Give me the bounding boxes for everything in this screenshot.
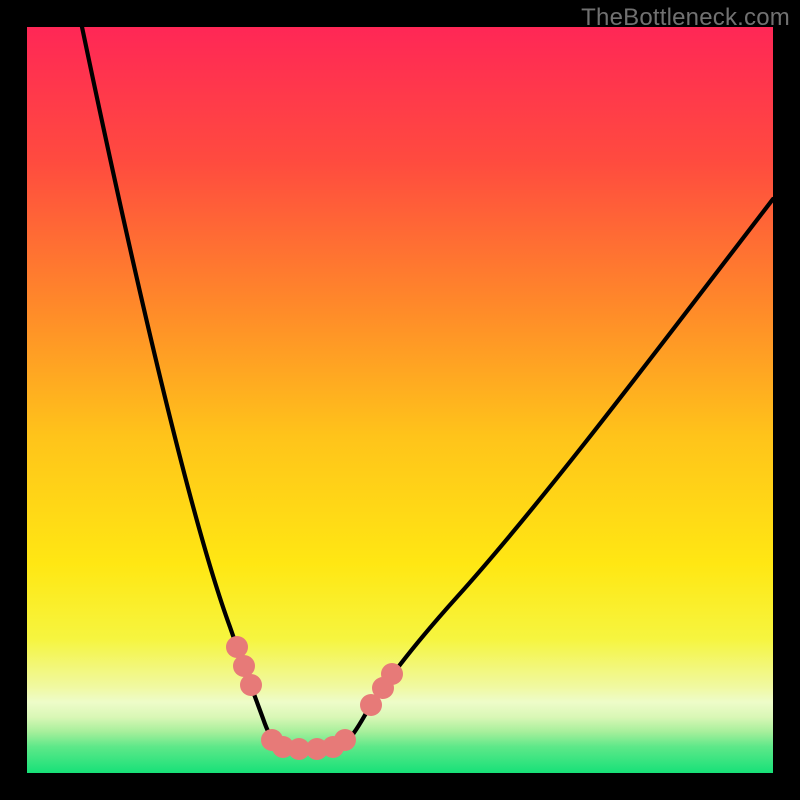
data-dot-2 xyxy=(240,674,262,696)
data-dot-8 xyxy=(334,729,356,751)
data-dot-1 xyxy=(233,655,255,677)
data-dot-0 xyxy=(226,636,248,658)
chart-frame xyxy=(27,27,773,773)
data-dot-11 xyxy=(381,663,403,685)
bottleneck-chart xyxy=(27,27,773,773)
watermark-text: TheBottleneck.com xyxy=(581,4,790,32)
gradient-background xyxy=(27,27,773,773)
